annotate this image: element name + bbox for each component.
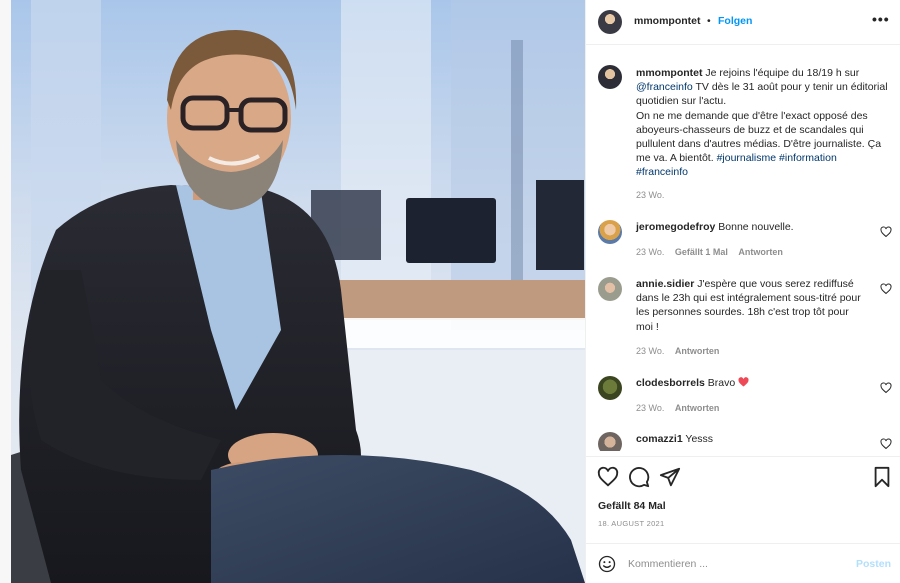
comment-meta: 23 Wo. Antworten (636, 346, 719, 356)
comment-meta: 23 Wo. Gefällt 1 Mal Antworten (636, 247, 783, 257)
comment-time[interactable]: 23 Wo. (636, 403, 664, 413)
mention-link[interactable]: @franceinfo (636, 81, 693, 93)
post-comment-button[interactable]: Posten (856, 558, 891, 570)
hashtag-link[interactable]: #franceinfo (636, 166, 688, 178)
post-sidebar: mmompontet • Folgen ••• mmompontet Je re… (585, 0, 900, 583)
comment-text: Bonne nouvelle. (715, 221, 794, 233)
comment-username-link[interactable]: clodesborrels (636, 377, 705, 389)
comment-likes[interactable]: Gefällt 1 Mal (675, 247, 728, 257)
comment-like-heart-icon[interactable] (880, 438, 892, 450)
more-options-button[interactable]: ••• (872, 11, 890, 27)
red-heart-emoji-icon (738, 377, 749, 387)
comment-input[interactable] (628, 556, 838, 572)
comment-time[interactable]: 23 Wo. (636, 346, 664, 356)
hashtag-link[interactable]: #journalisme (717, 152, 777, 164)
comment-like-heart-icon[interactable] (880, 382, 892, 394)
comment-meta: 23 Wo. Antworten (636, 403, 719, 413)
post-date[interactable]: 18. AUGUST 2021 (598, 519, 664, 528)
post-photo[interactable] (11, 0, 585, 583)
comment-bar: Posten (586, 543, 900, 583)
reply-button[interactable]: Antworten (675, 346, 720, 356)
reply-button[interactable]: Antworten (738, 247, 783, 257)
post-header: mmompontet • Folgen ••• (586, 0, 900, 45)
reply-button[interactable]: Antworten (675, 403, 720, 413)
comment: clodesborrels Bravo (636, 376, 868, 390)
caption-time[interactable]: 23 Wo. (636, 190, 664, 200)
comment-text: Bravo (704, 377, 739, 389)
avatar[interactable] (598, 10, 622, 34)
post-caption: mmompontet Je rejoins l'équipe du 18/19 … (636, 66, 891, 180)
comment: jeromegodefroy Bonne nouvelle. (636, 220, 868, 234)
caption-username-link[interactable]: mmompontet (636, 67, 703, 79)
page-margin (0, 0, 11, 583)
emoji-icon[interactable] (598, 555, 616, 573)
username-link[interactable]: mmompontet (634, 15, 701, 27)
comment-like-heart-icon[interactable] (880, 226, 892, 238)
heart-icon[interactable] (597, 466, 619, 488)
comment-icon[interactable] (628, 466, 650, 488)
comment: comazzi1 Yesss (636, 432, 868, 446)
comment-text: Yesss (682, 433, 714, 445)
avatar[interactable] (598, 376, 622, 400)
share-icon[interactable] (659, 466, 681, 488)
avatar[interactable] (598, 220, 622, 244)
comment-username-link[interactable]: annie.sidier (636, 278, 694, 290)
caption-avatar[interactable] (598, 65, 622, 89)
follow-button[interactable]: Folgen (718, 15, 752, 27)
comment-username-link[interactable]: comazzi1 (636, 433, 683, 445)
avatar[interactable] (598, 432, 622, 451)
caption-text-part: Je rejoins l'équipe du 18/19 h sur (702, 67, 860, 79)
bookmark-icon[interactable] (871, 466, 893, 488)
separator-dot: • (707, 15, 711, 27)
photo-illustration (11, 0, 585, 583)
comment: annie.sidier J'espère que vous serez red… (636, 277, 868, 334)
avatar[interactable] (598, 277, 622, 301)
section-divider (586, 456, 900, 457)
likes-count[interactable]: Gefällt 84 Mal (598, 500, 666, 512)
comment-username-link[interactable]: jeromegodefroy (636, 221, 715, 233)
comment-like-heart-icon[interactable] (880, 283, 892, 295)
hashtag-link[interactable]: #information (779, 152, 837, 164)
comment-time[interactable]: 23 Wo. (636, 247, 664, 257)
